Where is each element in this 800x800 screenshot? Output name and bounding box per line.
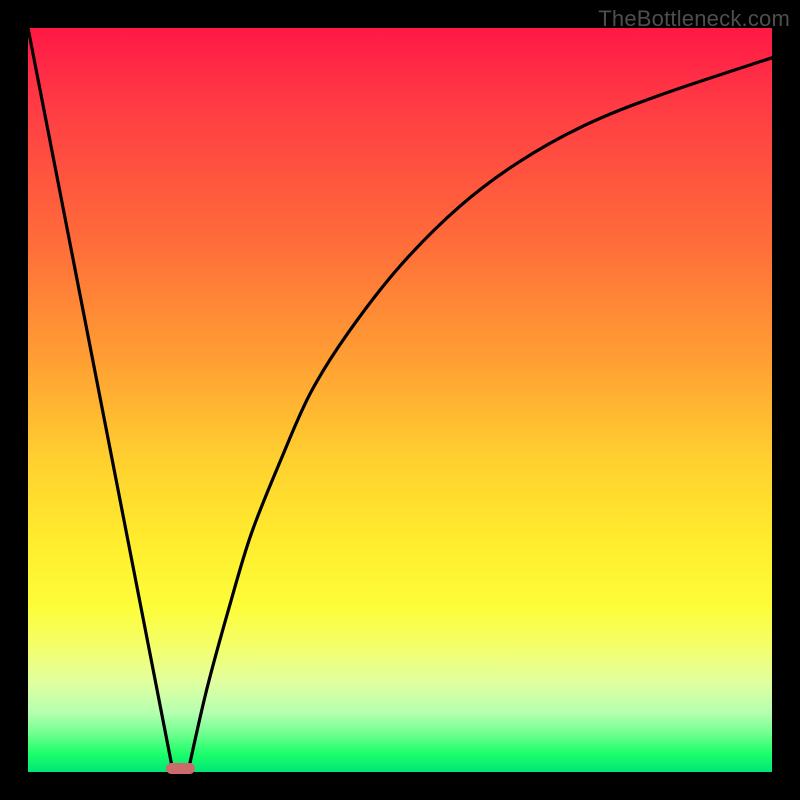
bottleneck-marker	[166, 763, 196, 774]
curve-svg	[28, 28, 772, 772]
plot-area	[28, 28, 772, 772]
curve-right	[188, 58, 772, 772]
curve-left	[28, 28, 173, 772]
figure-frame: TheBottleneck.com	[0, 0, 800, 800]
